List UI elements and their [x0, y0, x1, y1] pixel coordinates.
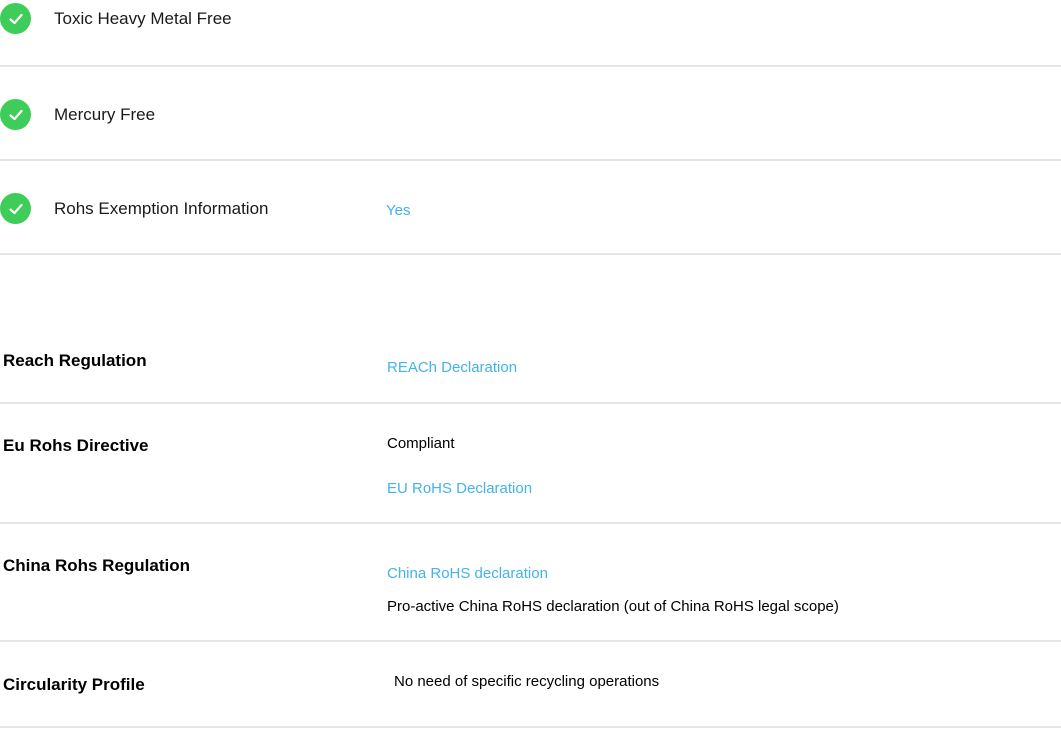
feature-label: Mercury Free: [54, 105, 156, 124]
eu-rohs-status: Compliant: [387, 435, 455, 452]
china-rohs-note: Pro-active China RoHS declaration (out o…: [387, 598, 839, 615]
reach-regulation-label: Reach Regulation: [3, 351, 147, 370]
rohs-exemption-yes-link[interactable]: Yes: [386, 202, 410, 220]
divider: [0, 402, 1061, 404]
china-rohs-regulation-label: China Rohs Regulation: [3, 556, 190, 575]
check-circle-icon: [0, 3, 31, 34]
eu-rohs-directive-label: Eu Rohs Directive: [3, 436, 149, 455]
divider: [0, 640, 1061, 642]
divider: [0, 253, 1061, 255]
divider: [0, 726, 1061, 728]
circularity-profile-label: Circularity Profile: [3, 675, 145, 694]
feature-label: Toxic Heavy Metal Free: [54, 9, 232, 28]
china-rohs-declaration-link[interactable]: China RoHS declaration: [387, 565, 548, 583]
circularity-profile-value: No need of specific recycling operations: [394, 673, 660, 690]
reach-declaration-link[interactable]: REACh Declaration: [387, 359, 517, 377]
divider: [0, 65, 1061, 67]
check-circle-icon: [0, 193, 31, 224]
divider: [0, 522, 1061, 524]
check-circle-icon: [0, 99, 31, 130]
feature-label: Rohs Exemption Information: [54, 199, 269, 218]
eu-rohs-declaration-link[interactable]: EU RoHS Declaration: [387, 480, 532, 498]
divider: [0, 159, 1061, 161]
